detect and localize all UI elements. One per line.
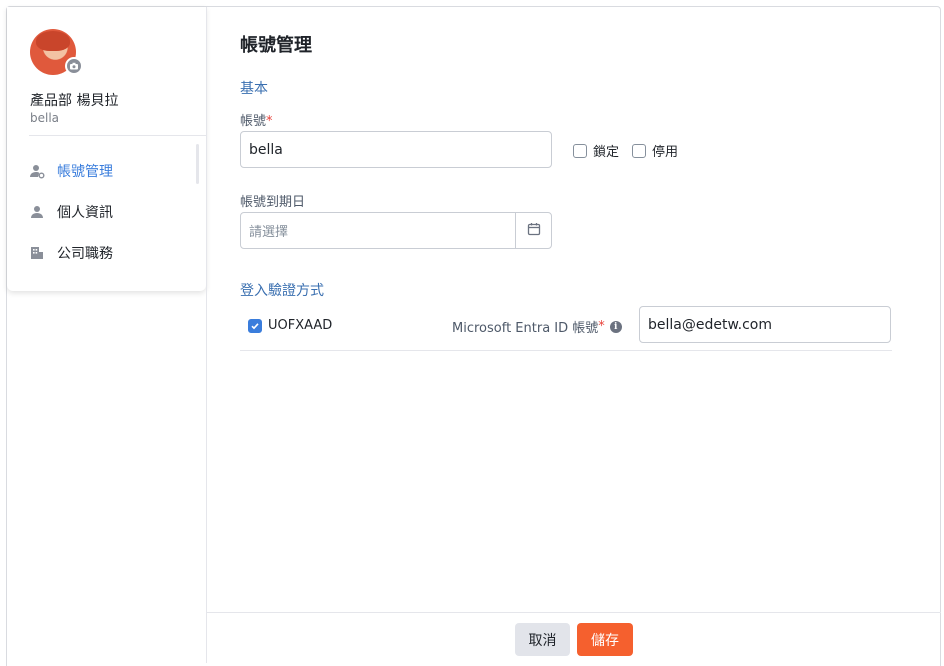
microsoft-entra-input[interactable]: bella@edetw.com: [639, 306, 891, 343]
footer-divider: [207, 612, 941, 613]
lock-checkbox[interactable]: 鎖定: [573, 141, 619, 160]
expiry-date-input[interactable]: 請選擇: [240, 212, 552, 249]
row-divider: [240, 350, 892, 351]
account-label: 帳號*: [240, 110, 273, 129]
disable-checkbox-label: 停用: [652, 145, 679, 160]
sidebar-item-account-management[interactable]: 帳號管理: [29, 156, 199, 186]
calendar-icon: [527, 221, 541, 240]
sidebar-active-indicator: [196, 144, 199, 184]
lock-checkbox-box[interactable]: [573, 143, 587, 158]
microsoft-entra-label-text: Microsoft Entra ID 帳號: [452, 321, 599, 336]
required-mark: *: [598, 319, 605, 334]
cancel-button[interactable]: 取消: [515, 623, 570, 656]
disable-checkbox[interactable]: 停用: [632, 141, 678, 160]
main-panel-border: [206, 7, 207, 663]
microsoft-entra-label: Microsoft Entra ID 帳號 * i: [452, 317, 622, 336]
sidebar-item-personal-info[interactable]: 個人資訊: [29, 197, 199, 227]
sidebar-divider: [29, 135, 206, 136]
user-id: bella: [30, 111, 60, 125]
required-mark: *: [266, 114, 273, 129]
account-input[interactable]: bella: [240, 131, 552, 168]
info-icon[interactable]: i: [609, 320, 622, 333]
sidebar-item-company-position[interactable]: 公司職務: [29, 238, 199, 268]
calendar-button[interactable]: [515, 212, 552, 249]
sidebar-item-label: 個人資訊: [57, 205, 113, 221]
uofxaad-checkbox-box[interactable]: [248, 318, 262, 333]
page-title: 帳號管理: [240, 35, 312, 56]
section-title-login-auth: 登入驗證方式: [240, 283, 324, 299]
camera-icon[interactable]: [65, 57, 83, 75]
account-label-text: 帳號: [240, 114, 267, 129]
building-icon: [29, 245, 45, 261]
save-button[interactable]: 儲存: [577, 623, 633, 656]
sidebar-item-label: 帳號管理: [57, 164, 113, 180]
user-icon: [29, 204, 45, 220]
disable-checkbox-box[interactable]: [632, 143, 646, 158]
user-name: 產品部 楊貝拉: [30, 93, 119, 109]
uofxaad-checkbox[interactable]: UOFXAAD: [248, 318, 332, 333]
sidebar: 產品部 楊貝拉 bella 帳號管理 個人資訊 公司職務: [7, 7, 206, 291]
expiry-label: 帳號到期日: [240, 195, 306, 210]
user-gear-icon: [29, 163, 45, 179]
section-title-basic: 基本: [240, 81, 268, 97]
lock-checkbox-label: 鎖定: [593, 145, 620, 160]
sidebar-item-label: 公司職務: [57, 246, 113, 262]
uofxaad-checkbox-label: UOFXAAD: [268, 318, 333, 333]
